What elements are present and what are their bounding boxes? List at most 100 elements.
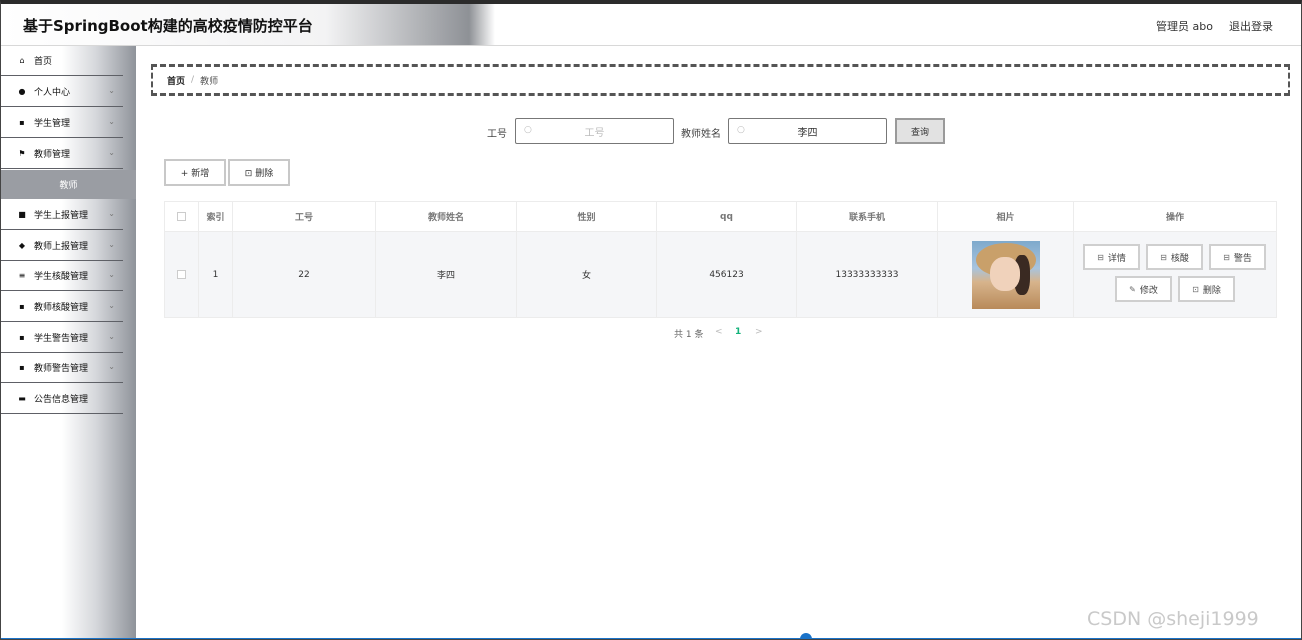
column-header: 相片: [938, 202, 1074, 231]
breadcrumb-home[interactable]: 首页: [167, 74, 185, 87]
breadcrumb: 首页 / 教师: [151, 64, 1290, 96]
document-icon: ⊟: [1223, 252, 1230, 262]
row-gender: 女: [517, 232, 657, 317]
sidebar-item-teacher-warning[interactable]: ▪ 教师警告管理 ⌄: [1, 353, 123, 383]
sidebar-item-label: 教师上报管理: [34, 242, 89, 252]
breadcrumb-current: 教师: [200, 76, 219, 87]
flag-icon: ⚑: [18, 149, 26, 158]
warning-button[interactable]: ⊟ 警告: [1209, 244, 1266, 270]
sidebar-item-profile[interactable]: ● 个人中心 ⌄: [1, 77, 123, 107]
sidebar-item-label: 首页: [34, 57, 53, 67]
message-icon: ▬: [18, 394, 26, 403]
select-all-cell: [165, 202, 199, 231]
chevron-down-icon: ⌄: [108, 209, 115, 218]
row-name: 李四: [376, 232, 517, 317]
app-title: 基于SpringBoot构建的高校疫情防控平台: [23, 17, 313, 35]
id-search-input[interactable]: ○ 工号: [515, 118, 674, 144]
row-actions-cell: ⊟ 详情 ⊟ 核酸 ⊟ 警告 ✎ 修改 ⊡ 删除: [1074, 232, 1276, 317]
grid-icon: ▪: [19, 363, 25, 372]
chevron-down-icon: ⌄: [108, 362, 115, 371]
search-icon: ○: [737, 125, 745, 135]
grid-icon: ▪: [19, 302, 25, 311]
chevron-down-icon: ⌄: [108, 240, 115, 249]
sidebar-item-teacher-report[interactable]: ◆ 教师上报管理 ⌄: [1, 231, 123, 261]
chevron-down-icon: ⌄: [108, 301, 115, 310]
column-header: 教师姓名: [376, 202, 517, 231]
column-header: 工号: [233, 202, 376, 231]
sidebar-item-label: 学生上报管理: [34, 211, 89, 221]
row-photo-cell: [938, 232, 1074, 317]
watermark: CSDN @sheji1999: [1087, 608, 1259, 630]
sidebar-item-teacher-nucleic[interactable]: ▪ 教师核酸管理 ⌄: [1, 292, 123, 322]
column-header: 联系手机: [797, 202, 938, 231]
detail-label: 详情: [1107, 253, 1126, 264]
breadcrumb-separator: /: [191, 75, 195, 85]
select-all-checkbox[interactable]: [177, 212, 186, 221]
row-id: 22: [233, 232, 376, 317]
bulk-delete-button[interactable]: ⊡ 删除: [228, 159, 290, 186]
name-input-value: 李四: [797, 127, 818, 139]
sidebar-item-announcements[interactable]: ▬ 公告信息管理: [1, 384, 123, 414]
sidebar-item-students[interactable]: ▪ 学生管理 ⌄: [1, 108, 123, 138]
edit-button[interactable]: ✎ 修改: [1115, 276, 1172, 302]
table-header: 索引 工号 教师姓名 性别 qq 联系手机 相片 操作: [165, 202, 1276, 232]
name-search-input[interactable]: ○ 李四: [728, 118, 887, 144]
sidebar-item-label: 教师管理: [34, 150, 71, 160]
trash-icon: ⊡: [1192, 284, 1199, 294]
column-header: qq: [657, 202, 797, 231]
id-input-placeholder: 工号: [584, 127, 605, 139]
chevron-down-icon: ⌄: [108, 332, 115, 341]
row-actions: ⊟ 详情 ⊟ 核酸 ⊟ 警告 ✎ 修改 ⊡ 删除: [1074, 232, 1276, 317]
user-icon: ●: [18, 87, 26, 96]
nucleic-label: 核酸: [1170, 253, 1189, 264]
sidebar-item-label: 学生管理: [34, 119, 71, 129]
row-checkbox[interactable]: [177, 270, 186, 279]
list-icon: ≡: [18, 271, 26, 280]
nucleic-button[interactable]: ⊟ 核酸: [1146, 244, 1203, 270]
pagination-total: 共 1 条: [674, 330, 704, 340]
table-row: 1 22 李四 女 456123 13333333333 ⊟ 详情 ⊟ 核酸 ⊟…: [165, 232, 1276, 317]
teacher-photo: [971, 240, 1040, 309]
chart-icon: ■: [18, 210, 26, 219]
sidebar-item-label: 教师核酸管理: [34, 303, 89, 313]
edit-icon: ✎: [1129, 284, 1136, 294]
admin-user-label: 管理员 abo: [1156, 20, 1213, 33]
column-header: 性别: [517, 202, 657, 231]
column-header: 操作: [1165, 213, 1184, 223]
chevron-down-icon: ⌄: [108, 270, 115, 279]
sidebar-subitem-teacher[interactable]: 教师: [1, 170, 136, 199]
sidebar-item-label: 教师警告管理: [34, 364, 89, 374]
row-qq: 456123: [657, 232, 797, 317]
document-icon: ⊟: [1097, 252, 1104, 262]
sidebar-item-student-report[interactable]: ■ 学生上报管理 ⌄: [1, 200, 123, 230]
home-icon: ⌂: [19, 56, 25, 65]
sidebar-item-label: 个人中心: [34, 88, 71, 98]
name-label: 教师姓名: [681, 129, 721, 140]
detail-button[interactable]: ⊟ 详情: [1083, 244, 1140, 270]
sidebar-item-label: 学生警告管理: [34, 334, 89, 344]
pagination-next[interactable]: >: [755, 327, 763, 337]
pagination-prev[interactable]: <: [715, 327, 723, 337]
sidebar-item-home[interactable]: ⌂ 首页: [1, 46, 123, 76]
pin-icon: ◆: [18, 241, 26, 250]
row-select-cell: [165, 232, 199, 317]
add-button[interactable]: + 新增: [164, 159, 226, 186]
sidebar-item-teachers[interactable]: ⚑ 教师管理 ⌄: [1, 139, 123, 169]
scrollbar-thumb[interactable]: [800, 633, 812, 639]
query-button[interactable]: 查询: [895, 118, 945, 144]
row-phone: 13333333333: [797, 232, 938, 317]
logout-link[interactable]: 退出登录: [1229, 18, 1273, 34]
sidebar-item-student-warning[interactable]: ▪ 学生警告管理 ⌄: [1, 323, 123, 353]
delete-label: 删除: [1202, 285, 1221, 296]
column-header: 索引: [199, 202, 233, 231]
chevron-up-icon: ⌄: [108, 148, 115, 157]
sidebar: ⌂ 首页 ● 个人中心 ⌄ ▪ 学生管理 ⌄ ⚑ 教师管理 ⌄ 教师 ■ 学生上…: [1, 46, 136, 639]
warning-label: 警告: [1233, 253, 1252, 264]
search-icon: ○: [524, 125, 532, 135]
grid-icon: ▪: [19, 118, 25, 127]
delete-button[interactable]: ⊡ 删除: [1178, 276, 1235, 302]
pagination-page-1[interactable]: 1: [735, 327, 741, 337]
row-index: 1: [199, 232, 233, 317]
chevron-down-icon: ⌄: [108, 117, 115, 126]
sidebar-item-student-nucleic[interactable]: ≡ 学生核酸管理 ⌄: [1, 261, 123, 291]
